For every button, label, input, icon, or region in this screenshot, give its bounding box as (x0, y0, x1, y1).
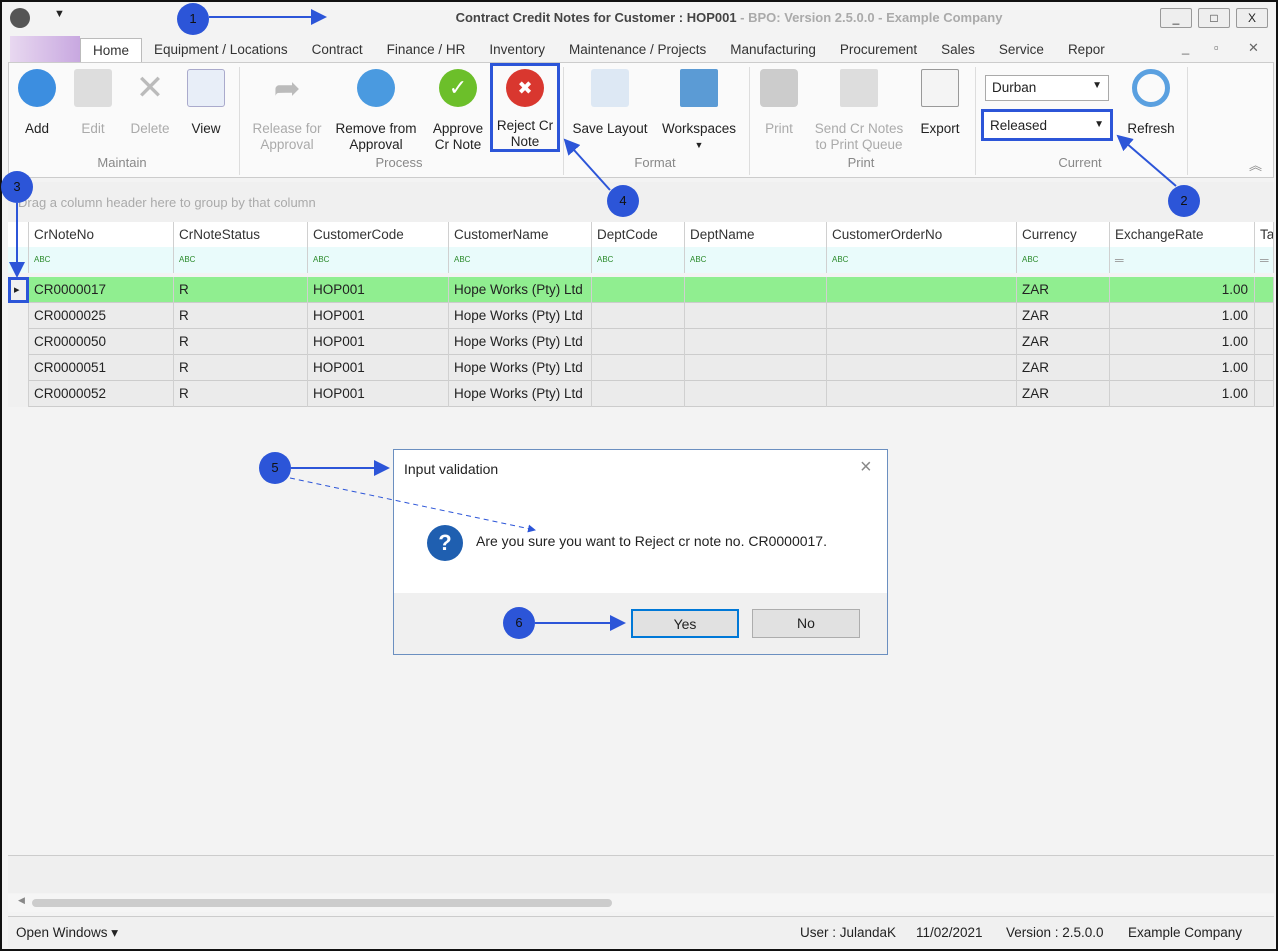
arrow-4 (563, 138, 611, 191)
arrow-5-dashed (289, 477, 536, 533)
annotation-badge-1: 1 (177, 3, 209, 35)
annotation-badge-3: 3 (1, 171, 33, 203)
annotation-badge-6: 6 (503, 607, 535, 639)
arrow-2 (1116, 134, 1177, 187)
annotation-badge-5: 5 (259, 452, 291, 484)
annotation-badge-4: 4 (607, 185, 639, 217)
annotation-badge-2: 2 (1168, 185, 1200, 217)
annotation-arrows (9, 9, 1177, 631)
